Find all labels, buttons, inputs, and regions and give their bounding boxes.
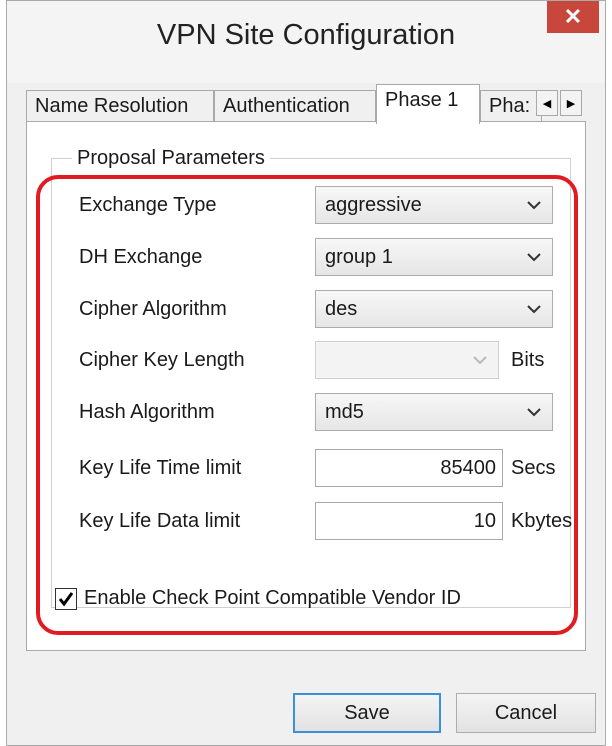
close-icon: ✕ <box>563 4 583 29</box>
vendor-id-checkbox-label: Enable Check Point Compatible Vendor ID <box>84 587 461 609</box>
save-button[interactable]: Save <box>293 693 441 733</box>
dh-exchange-select[interactable]: group 1 <box>315 238 553 276</box>
exchange-type-value: aggressive <box>325 194 422 216</box>
tab-label: Authentication <box>223 95 350 117</box>
dh-exchange-value: group 1 <box>325 246 393 268</box>
exchange-type-select[interactable]: aggressive <box>315 186 553 224</box>
tab-phase-2[interactable]: Pha: <box>480 90 542 122</box>
group-legend: Proposal Parameters <box>72 147 270 170</box>
tab-authentication[interactable]: Authentication <box>214 90 376 122</box>
key-life-data-label: Key Life Data limit <box>79 510 241 532</box>
hash-algorithm-value: md5 <box>325 401 364 423</box>
tab-label: Name Resolution <box>35 95 189 117</box>
tab-name-resolution[interactable]: Name Resolution <box>26 90 214 122</box>
vendor-id-checkbox[interactable] <box>55 588 77 610</box>
chevron-down-icon <box>524 239 544 275</box>
exchange-type-label: Exchange Type <box>79 194 217 216</box>
cipher-algorithm-value: des <box>325 298 358 320</box>
scroll-right-icon[interactable]: ▶ <box>560 90 582 116</box>
hash-algorithm-label: Hash Algorithm <box>79 401 215 423</box>
scroll-left-icon[interactable]: ◀ <box>536 90 558 116</box>
checkmark-icon <box>58 592 74 607</box>
key-life-time-input[interactable]: 85400 <box>315 449 503 487</box>
tab-phase-1[interactable]: Phase 1 <box>376 84 480 124</box>
dh-exchange-label: DH Exchange <box>79 246 203 268</box>
key-life-data-unit: Kbytes <box>511 510 573 532</box>
chevron-down-icon <box>524 394 544 430</box>
cipher-key-length-select[interactable] <box>315 341 499 379</box>
key-life-time-unit: Secs <box>511 457 556 479</box>
tab-strip: Name Resolution Authentication Phase 1 P… <box>26 84 586 124</box>
chevron-down-icon <box>470 342 490 378</box>
cipher-algorithm-select[interactable]: des <box>315 290 553 328</box>
cipher-key-length-unit: Bits <box>511 349 545 371</box>
chevron-down-icon <box>524 187 544 223</box>
tab-label: Phase 1 <box>385 89 459 111</box>
chevron-down-icon <box>524 291 544 327</box>
proposal-parameters-group <box>51 158 571 608</box>
close-button[interactable]: ✕ <box>547 1 599 33</box>
cipher-key-length-label: Cipher Key Length <box>79 349 245 371</box>
hash-algorithm-select[interactable]: md5 <box>315 393 553 431</box>
tab-label: Pha: <box>489 95 531 117</box>
window-title: VPN Site Configuration <box>156 19 456 51</box>
cancel-button[interactable]: Cancel <box>456 693 596 733</box>
key-life-data-input[interactable]: 10 <box>315 502 503 540</box>
tab-scroll-buttons: ◀ ▶ <box>536 90 584 118</box>
cipher-algorithm-label: Cipher Algorithm <box>79 298 227 320</box>
title-bar: VPN Site Configuration ✕ <box>7 1 605 83</box>
key-life-time-label: Key Life Time limit <box>79 457 242 479</box>
